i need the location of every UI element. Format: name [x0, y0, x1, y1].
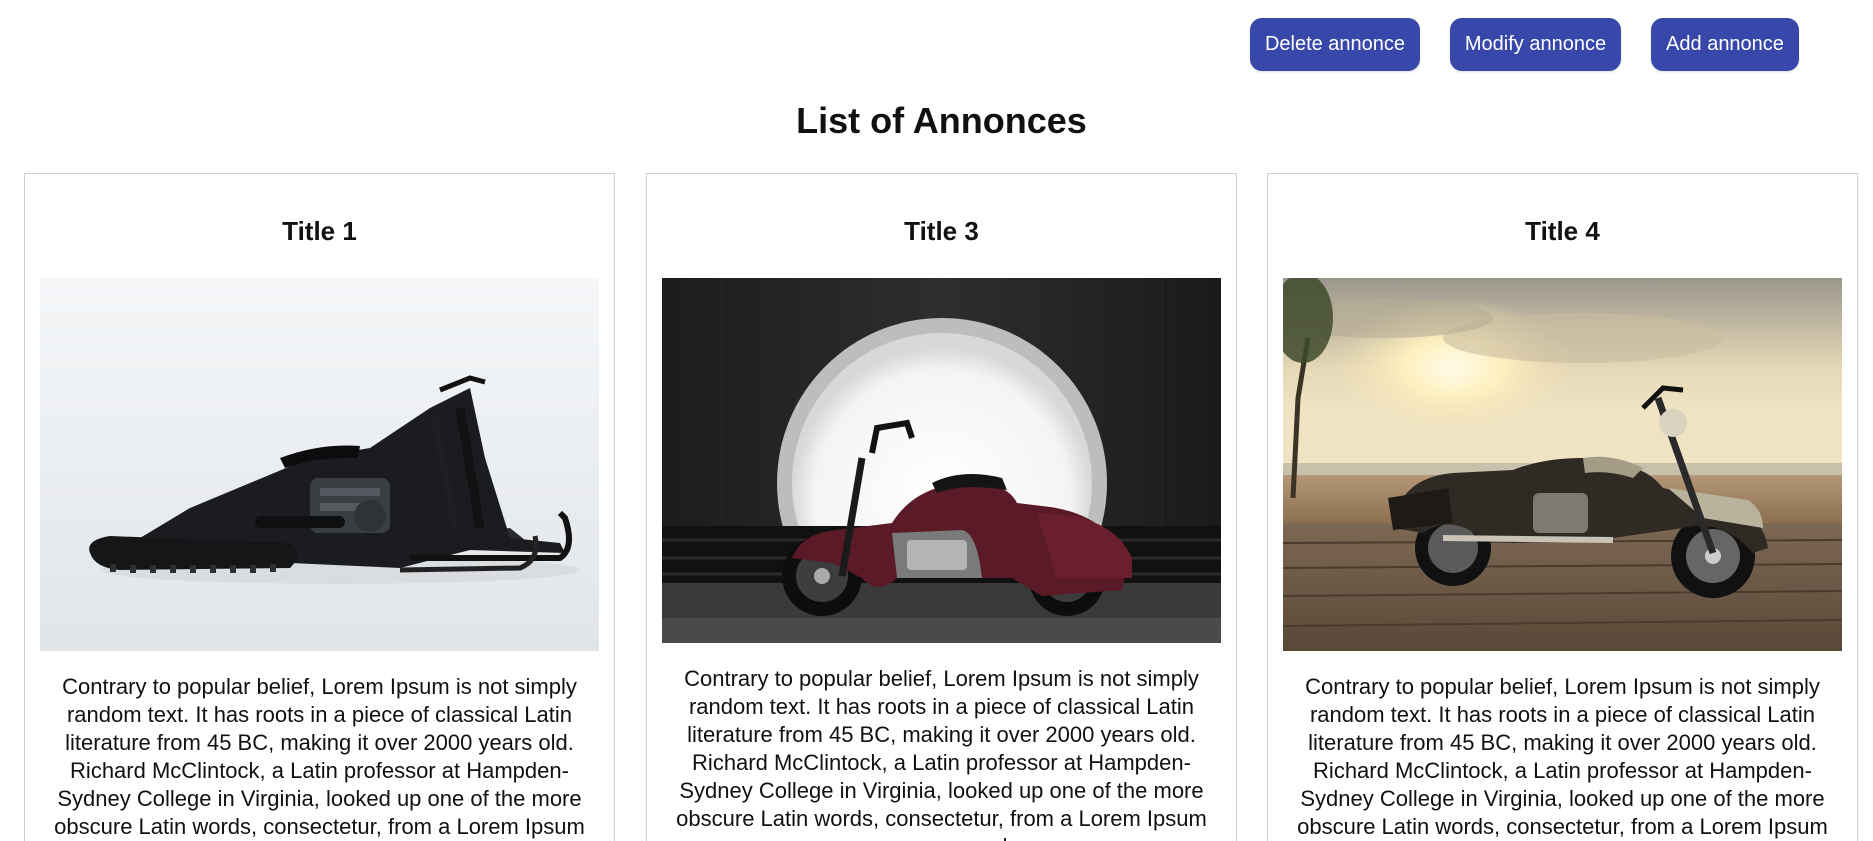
- beach-motorcycle-image: [1283, 278, 1842, 651]
- page: Delete annonce Modify annonce Add annonc…: [0, 0, 1873, 841]
- annonce-card[interactable]: Title 4 Contrary to popular belief, Lore…: [1267, 173, 1858, 841]
- annonce-image: [1283, 278, 1842, 651]
- delete-annonce-button[interactable]: Delete annonce: [1250, 18, 1420, 71]
- annonce-description: Contrary to popular belief, Lorem Ipsum …: [1297, 674, 1828, 839]
- add-annonce-button[interactable]: Add annonce: [1651, 18, 1799, 71]
- toolbar: Delete annonce Modify annonce Add annonc…: [0, 18, 1873, 71]
- annonce-description: Contrary to popular belief, Lorem Ipsum …: [676, 666, 1207, 841]
- annonce-title: Title 3: [904, 216, 979, 246]
- page-title: List of Annonces: [796, 100, 1087, 141]
- arch-motorcycle-image: [662, 278, 1221, 643]
- annonce-image: [662, 278, 1221, 643]
- annonce-card[interactable]: Title 3 Contrary to popular belief, Lore…: [646, 173, 1237, 841]
- annonce-image: [40, 278, 599, 651]
- annonce-card[interactable]: Title 1 Contrary to popular belief, Lore…: [24, 173, 615, 841]
- snow-motorcycle-image: [40, 278, 599, 651]
- annonce-title: Title 1: [282, 216, 357, 246]
- annonce-title: Title 4: [1525, 216, 1600, 246]
- annonce-description: Contrary to popular belief, Lorem Ipsum …: [54, 674, 585, 839]
- modify-annonce-button[interactable]: Modify annonce: [1450, 18, 1621, 71]
